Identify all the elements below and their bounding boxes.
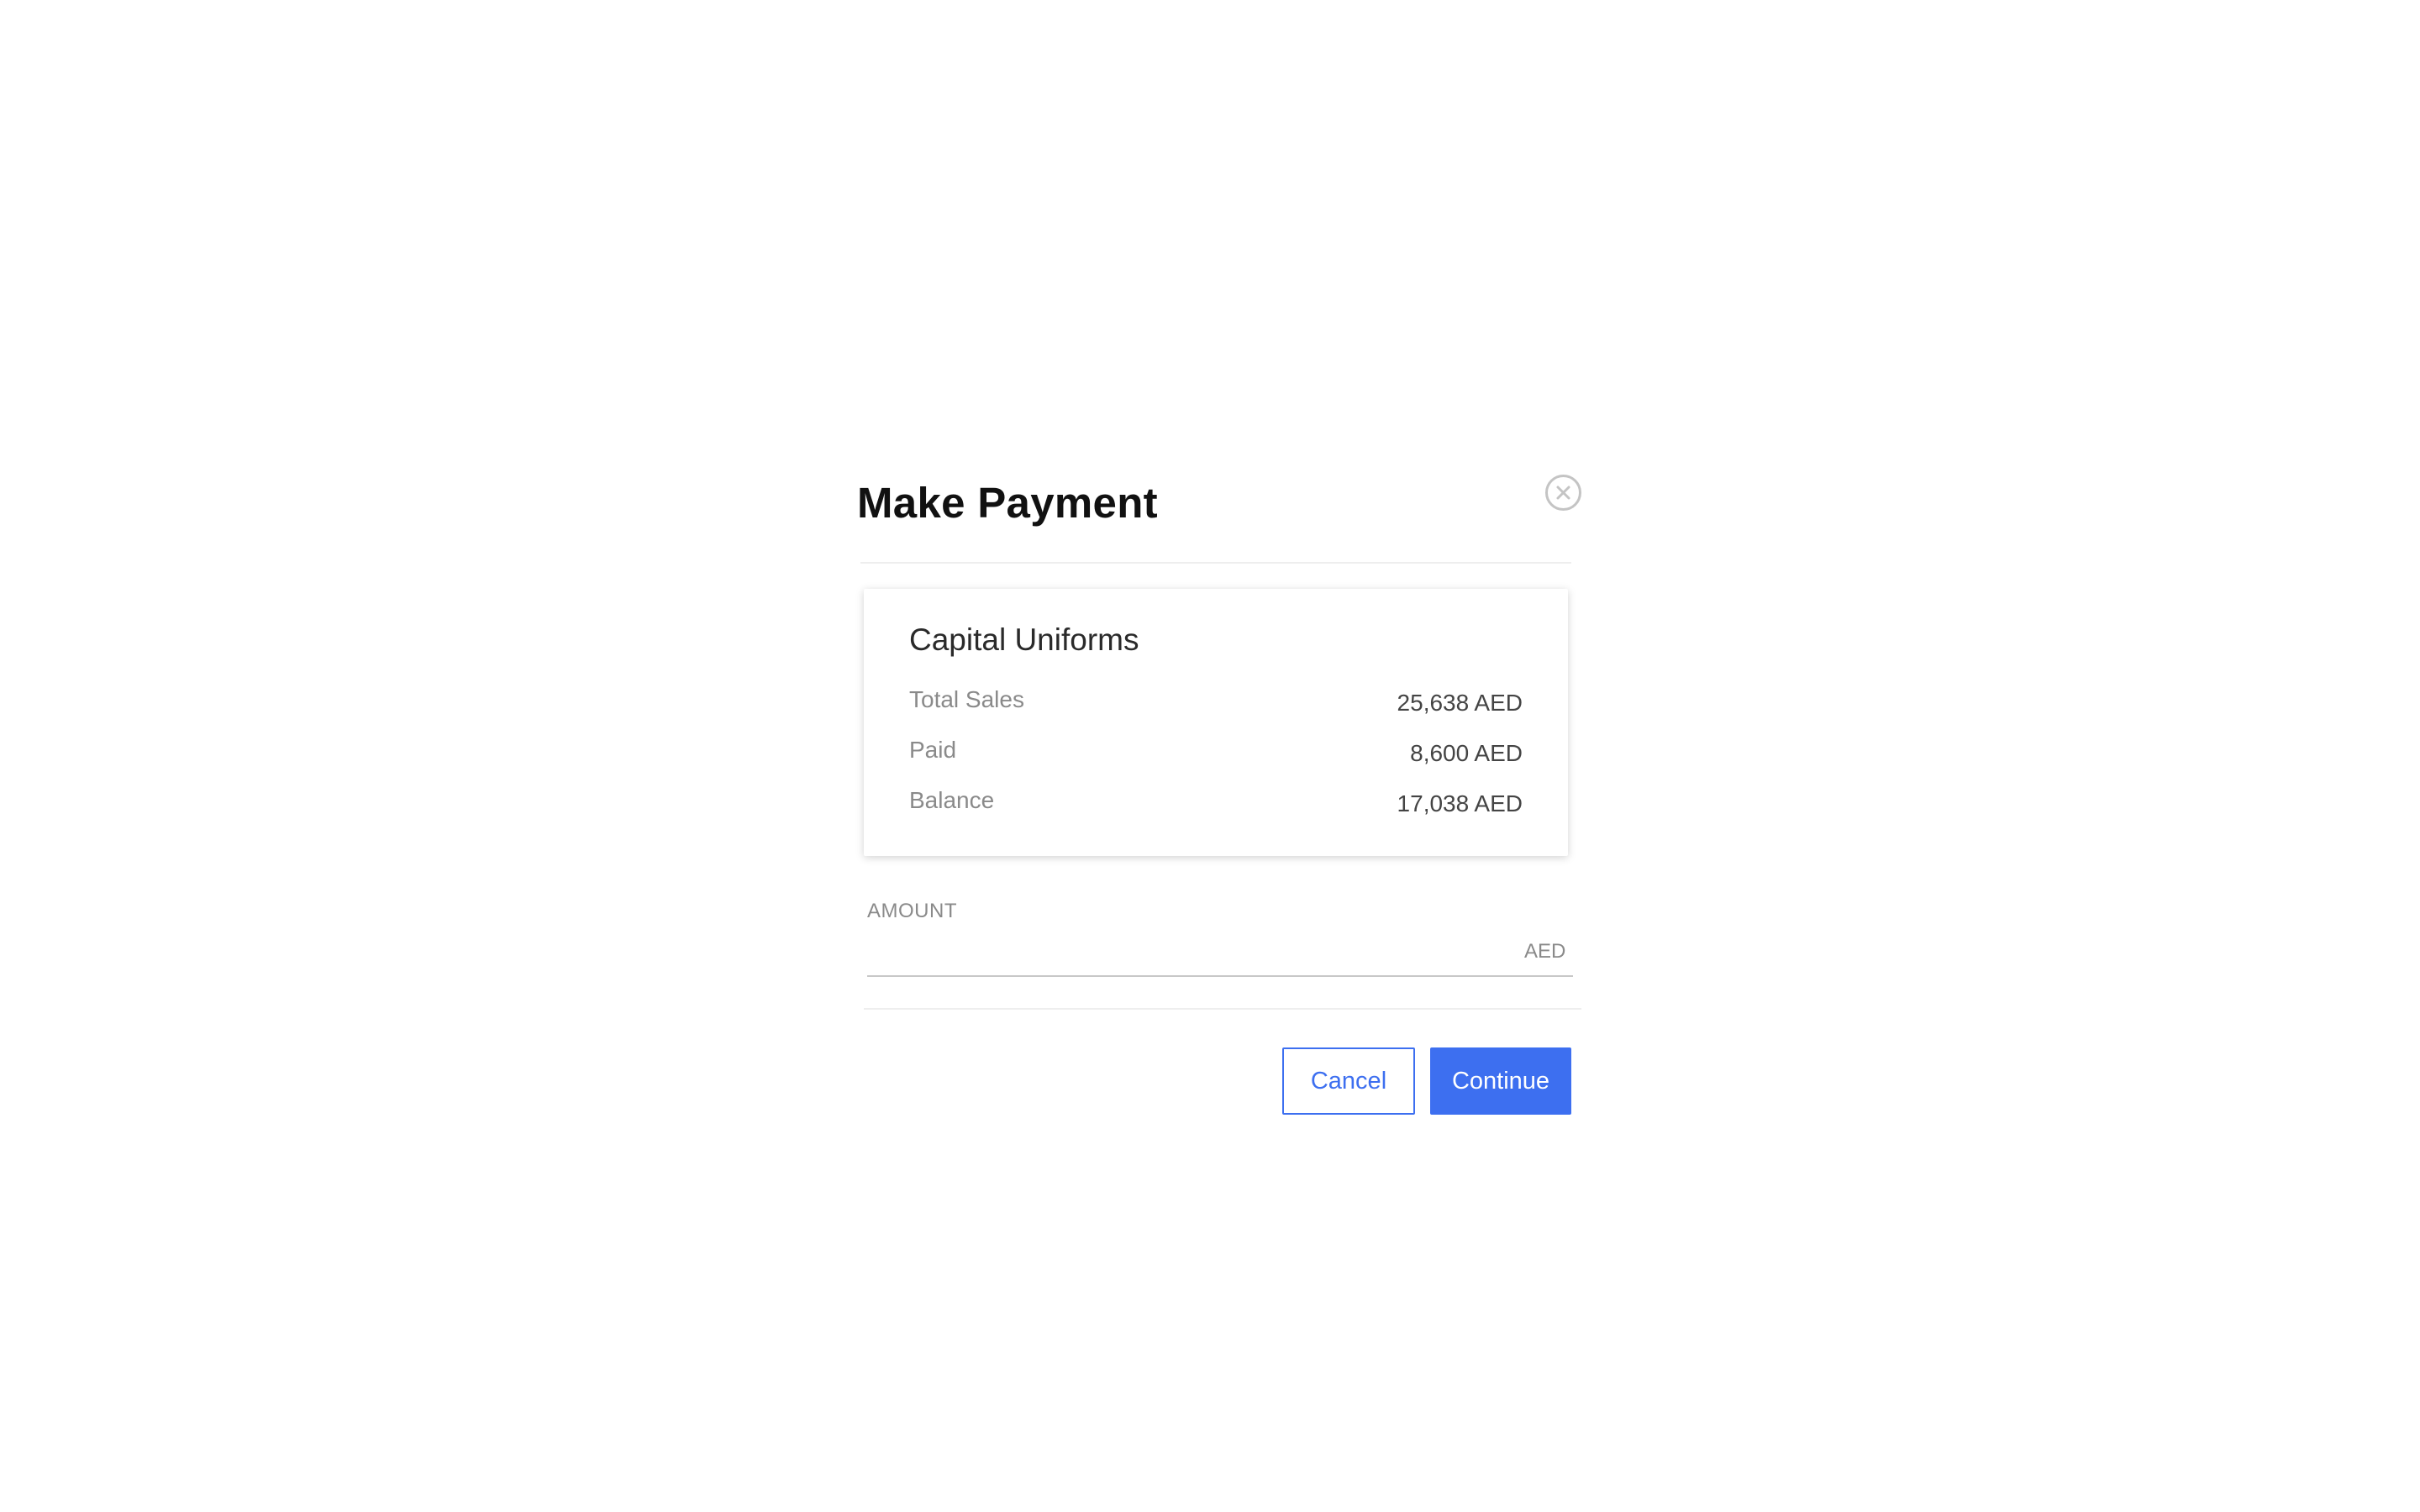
dialog-title: Make Payment: [857, 479, 1158, 527]
summary-value: 8,600 AED: [1410, 740, 1523, 766]
summary-row-balance: Balance 17,038 AED: [909, 787, 1523, 821]
summary-value: 25,638 AED: [1397, 690, 1523, 716]
amount-currency-suffix: AED: [1524, 940, 1566, 963]
summary-label: Paid: [909, 737, 957, 763]
vendor-name: Capital Uniforms: [909, 622, 1139, 657]
footer-divider: [864, 1008, 1581, 1010]
close-icon[interactable]: [1544, 474, 1582, 512]
header-divider: [860, 562, 1571, 564]
continue-button[interactable]: Continue: [1430, 1047, 1571, 1115]
summary-label: Balance: [909, 787, 995, 813]
amount-label: AMOUNT: [867, 900, 957, 922]
payment-summary-card: Capital Uniforms Total Sales 25,638 AED …: [864, 589, 1568, 856]
make-payment-dialog: Make Payment Capital Uniforms Total Sale…: [857, 466, 1597, 1138]
cancel-button[interactable]: Cancel: [1282, 1047, 1415, 1115]
amount-input[interactable]: [867, 927, 1573, 977]
summary-row-paid: Paid 8,600 AED: [909, 737, 1523, 770]
summary-row-total-sales: Total Sales 25,638 AED: [909, 686, 1523, 720]
summary-label: Total Sales: [909, 686, 1024, 712]
summary-value: 17,038 AED: [1397, 790, 1523, 816]
